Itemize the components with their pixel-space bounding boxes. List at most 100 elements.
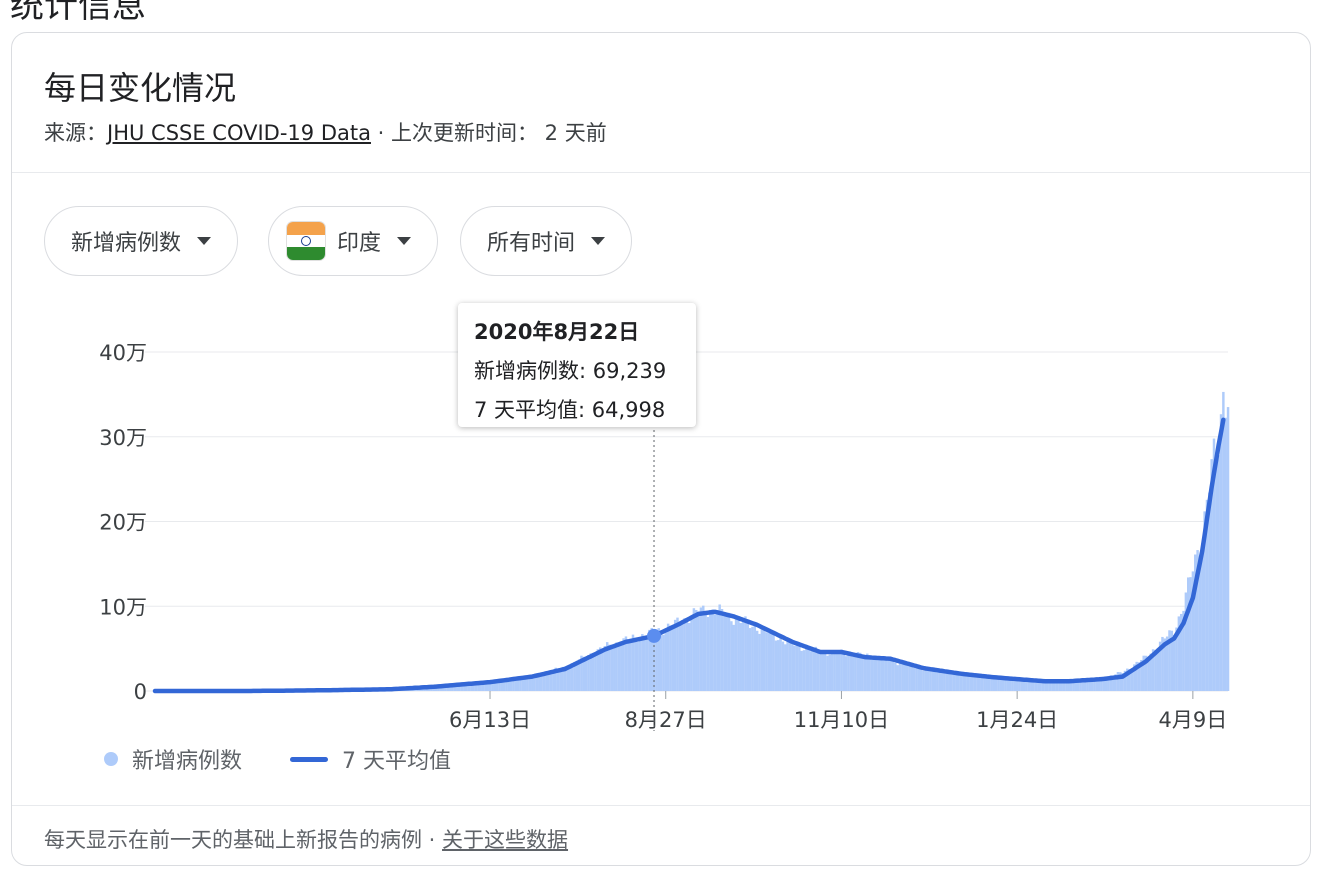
bar (772, 633, 775, 691)
bar (938, 672, 942, 691)
bar (769, 629, 773, 691)
bar (816, 651, 820, 691)
bar (999, 678, 1003, 691)
footer-note: 每天显示在前一天的基础上新报告的病例 (44, 828, 422, 852)
bar (690, 617, 693, 691)
bar (912, 667, 916, 691)
y-tick-label: 10万 (99, 595, 147, 619)
bar (741, 621, 745, 691)
x-tick-label: 4月9日 (1158, 708, 1227, 732)
bar (819, 653, 822, 691)
bar (833, 651, 836, 691)
bar (734, 618, 738, 691)
bar (737, 617, 740, 691)
bar (627, 639, 630, 691)
bar (931, 670, 935, 691)
bar (908, 663, 911, 691)
bar (905, 665, 909, 691)
x-tick-label: 6月13日 (449, 708, 531, 732)
bar (631, 634, 635, 691)
x-tick-label: 8月27日 (625, 708, 707, 732)
bar (875, 656, 878, 691)
bar (765, 632, 768, 691)
bar (680, 624, 684, 691)
y-tick-label: 30万 (99, 426, 147, 450)
bar (739, 623, 742, 691)
about-data-link[interactable]: 关于这些数据 (442, 828, 568, 852)
bar (821, 651, 824, 691)
bar (699, 607, 703, 691)
bar (1011, 679, 1014, 691)
bar (762, 626, 766, 691)
bar (793, 645, 796, 691)
bar (542, 673, 546, 691)
chart-tooltip: 2020年8月22日 新增病例数: 69,239 7 天平均值: 64,998 (458, 303, 696, 427)
bar (837, 651, 841, 691)
bar (723, 616, 726, 691)
bar (973, 676, 977, 691)
bar (617, 645, 621, 691)
bar (922, 670, 925, 691)
bar (795, 643, 799, 691)
bar (673, 619, 677, 691)
bar (587, 655, 590, 691)
bar (1222, 391, 1225, 691)
bar (1172, 635, 1176, 691)
bar (814, 646, 817, 691)
bar (624, 636, 628, 691)
bar (1008, 680, 1012, 691)
bar (704, 614, 707, 691)
bar (863, 654, 867, 691)
bar (870, 660, 874, 691)
bar (777, 640, 780, 691)
bar (854, 655, 857, 691)
bar (620, 644, 623, 691)
bar (990, 678, 993, 691)
bar (662, 634, 665, 691)
bar (1156, 648, 1160, 691)
bar (891, 659, 895, 691)
bar (805, 646, 808, 691)
hover-point[interactable] (647, 628, 662, 643)
bar (941, 672, 944, 691)
bar (901, 662, 904, 691)
bar (748, 628, 752, 691)
legend-line-icon (290, 756, 328, 762)
bar (566, 667, 569, 691)
bar (645, 636, 649, 691)
bar (622, 638, 625, 691)
bar (798, 645, 801, 691)
bar (685, 618, 689, 691)
bar (1034, 682, 1038, 691)
bar (840, 649, 843, 691)
bar (697, 612, 700, 691)
bar (713, 614, 717, 691)
bar (758, 633, 761, 691)
bar (615, 642, 618, 691)
bar (784, 644, 787, 691)
bar (695, 609, 698, 691)
bar (636, 641, 639, 691)
bar (950, 672, 953, 691)
bar (861, 655, 864, 691)
bar (924, 669, 928, 691)
bar (910, 664, 914, 691)
bar (709, 609, 712, 691)
bar (851, 656, 855, 691)
bar (880, 659, 883, 691)
bar (702, 605, 705, 691)
bar (601, 649, 604, 691)
bar (549, 672, 553, 691)
legend-item-new-cases: 新增病例数 (104, 743, 242, 775)
bar (594, 654, 597, 691)
x-tick-label: 11月10日 (794, 708, 889, 732)
bar (1217, 455, 1220, 691)
bar (919, 669, 923, 691)
bar (933, 669, 937, 691)
bar (1025, 680, 1028, 691)
bar (687, 623, 691, 691)
daily-change-card: 每日变化情况 来源：JHU CSSE COVID-19 Data · 上次更新时… (11, 32, 1311, 866)
bar (584, 658, 588, 691)
bar (826, 655, 829, 691)
bar (943, 671, 946, 691)
